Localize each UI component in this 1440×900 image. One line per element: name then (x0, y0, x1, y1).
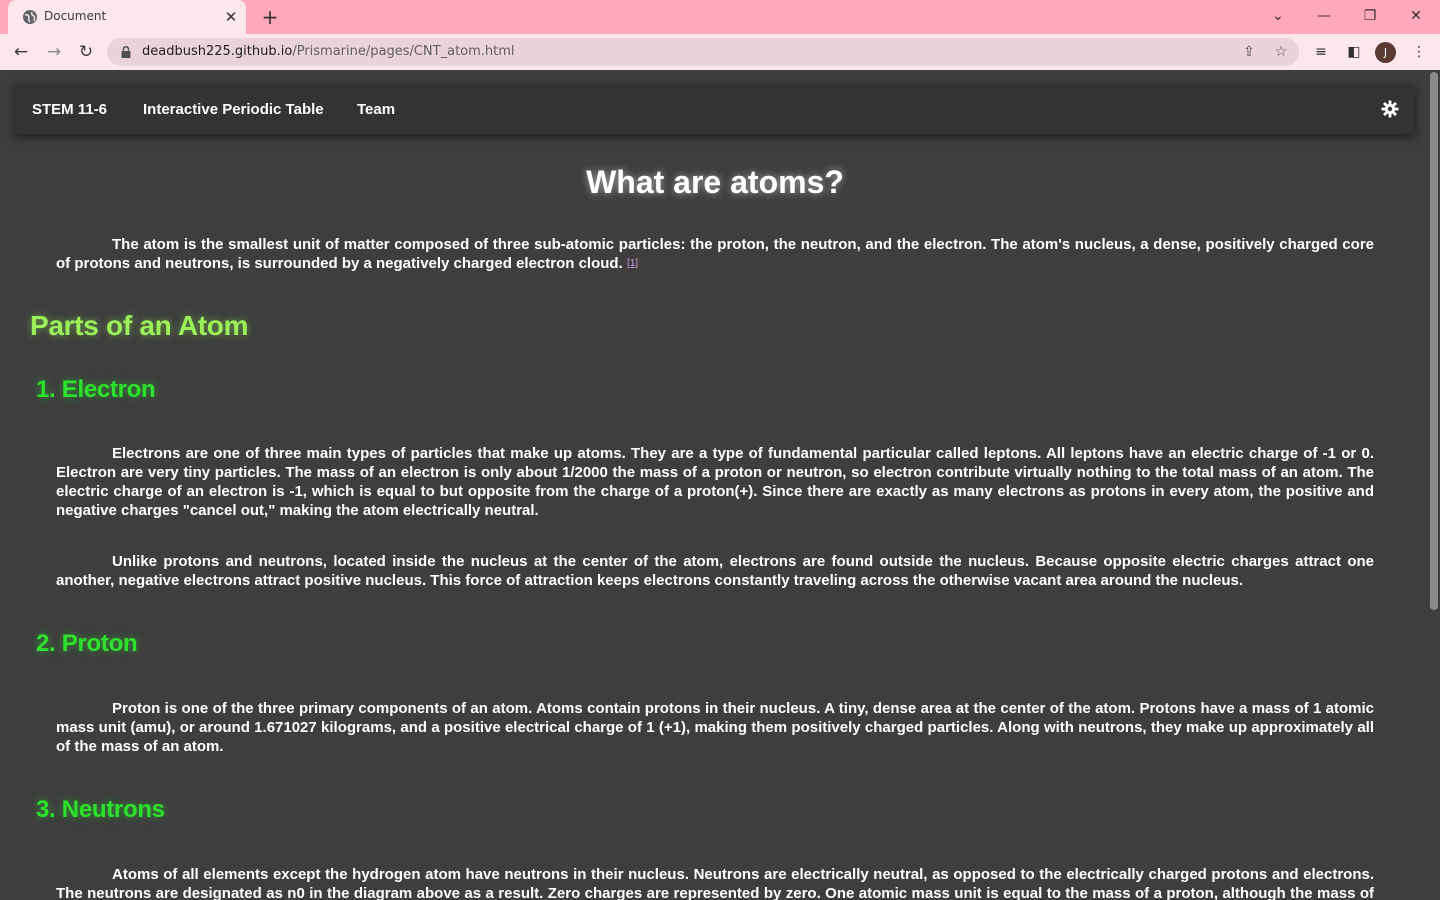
browser-toolbar: ← → ↻ deadbush225.github.io/Prismarine/p… (0, 34, 1440, 70)
scrollbar-thumb[interactable] (1430, 72, 1438, 610)
new-tab-icon[interactable]: + (258, 6, 282, 28)
back-icon[interactable]: ← (9, 40, 33, 64)
electron-paragraph-1: Electrons are one of three main types of… (56, 445, 1374, 519)
scrollbar-track[interactable] (1428, 70, 1440, 900)
nav-link-periodic-table[interactable]: Interactive Periodic Table (143, 101, 324, 118)
close-tab-icon[interactable]: ✕ (222, 8, 240, 26)
nav-link-stem[interactable]: STEM 11-6 (32, 101, 107, 118)
share-icon[interactable]: ⇪ (1240, 43, 1258, 61)
globe-icon (23, 10, 37, 24)
citation-link[interactable]: [1] (627, 258, 638, 269)
parts-heading: Parts of an Atom (30, 310, 249, 341)
reload-icon[interactable]: ↻ (74, 40, 98, 64)
lock-icon[interactable] (119, 45, 133, 59)
kebab-menu-icon[interactable]: ⋮ (1408, 41, 1430, 63)
profile-avatar[interactable]: J (1375, 42, 1396, 63)
side-panel-icon[interactable]: ◧ (1343, 41, 1365, 63)
url-text: deadbush225.github.io/Prismarine/pages/C… (142, 44, 515, 59)
theme-toggle-gear-icon[interactable] (1381, 100, 1399, 118)
forward-icon[interactable]: → (42, 40, 66, 64)
address-bar[interactable]: deadbush225.github.io/Prismarine/pages/C… (107, 38, 1299, 66)
url-host: deadbush225.github.io (142, 44, 293, 59)
intro-paragraph: The atom is the smallest unit of matter … (56, 235, 1374, 273)
tab-search-icon[interactable]: ⌄ (1264, 4, 1292, 28)
url-path: /Prismarine/pages/CNT_atom.html (292, 44, 515, 59)
intro-text: The atom is the smallest unit of matter … (56, 236, 1374, 272)
electron-paragraph-2: Unlike protons and neutrons, located ins… (56, 553, 1374, 589)
close-window-icon[interactable]: ✕ (1402, 4, 1430, 28)
tab-title: Document (44, 9, 107, 23)
restore-icon[interactable]: ❐ (1356, 4, 1384, 28)
site-navbar: STEM 11-6 Interactive Periodic Table Tea… (15, 84, 1415, 134)
page-viewport: STEM 11-6 Interactive Periodic Table Tea… (0, 70, 1440, 900)
browser-tabstrip: Document ✕ + ⌄ — ❐ ✕ (0, 0, 1440, 34)
electron-heading: 1. Electron (36, 376, 156, 403)
neutrons-heading: 3. Neutrons (36, 796, 165, 823)
minimize-icon[interactable]: — (1310, 4, 1338, 28)
page-title: What are atoms? (586, 164, 844, 200)
browser-tab[interactable]: Document ✕ (8, 0, 246, 34)
nav-link-team[interactable]: Team (357, 101, 395, 118)
proton-paragraph: Proton is one of the three primary compo… (56, 700, 1374, 755)
proton-heading: 2. Proton (36, 630, 138, 657)
neutrons-paragraph: Atoms of all elements except the hydroge… (56, 866, 1374, 900)
media-queue-icon[interactable]: ≡ (1310, 41, 1332, 63)
bookmark-star-icon[interactable]: ☆ (1272, 43, 1290, 61)
